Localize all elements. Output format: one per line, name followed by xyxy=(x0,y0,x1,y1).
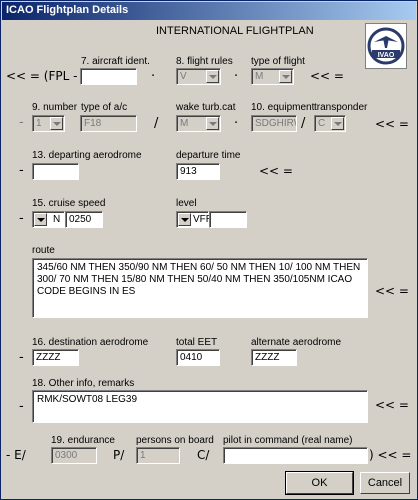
type-of-flight-label: type of flight xyxy=(251,56,305,67)
cruise-unit-select[interactable]: N xyxy=(32,211,65,228)
aircraft-ident-input[interactable] xyxy=(80,68,137,85)
row1-dot-2: · xyxy=(234,69,239,84)
window-title: ICAO Flightplan Details xyxy=(6,4,129,16)
departing-input[interactable] xyxy=(32,163,79,180)
route-textarea[interactable]: 345/60 NM THEN 350/90 NM THEN 60/ 50 NM … xyxy=(32,258,368,318)
equipment-input[interactable]: SDGHIRW xyxy=(251,115,297,132)
pilot-label: pilot in command (real name) xyxy=(223,435,353,446)
eet-input[interactable]: 0410 xyxy=(176,349,220,366)
cruise-speed-input[interactable]: 0250 xyxy=(65,211,103,228)
type-of-flight-select[interactable]: M xyxy=(251,68,294,85)
number-select[interactable]: 1 xyxy=(32,115,65,132)
transponder-select[interactable]: C xyxy=(314,115,346,132)
endurance-label: 19. endurance xyxy=(51,435,115,446)
row8-p-sep: P/ xyxy=(113,448,125,462)
row3-suffix: << = xyxy=(259,164,293,178)
persons-label: persons on board xyxy=(136,435,214,446)
eet-label: total EET xyxy=(176,337,218,348)
route-label: route xyxy=(32,245,55,256)
row4-dash: - xyxy=(19,211,24,226)
chevron-down-icon[interactable] xyxy=(331,117,344,130)
ok-button[interactable]: OK xyxy=(285,471,354,495)
row3-dash: - xyxy=(19,163,24,178)
ivao-logo: IVAO xyxy=(365,23,407,69)
remarks-textarea[interactable]: RMK/SOWT08 LEG39 xyxy=(32,390,368,423)
chevron-down-icon[interactable] xyxy=(50,117,63,130)
row8-suffix: ) << = xyxy=(369,448,412,462)
persons-input[interactable]: 1 xyxy=(136,447,180,464)
remarks-dash: - xyxy=(19,399,24,414)
alternate-input[interactable]: ZZZZ xyxy=(251,349,297,366)
destination-input[interactable]: ZZZZ xyxy=(32,349,79,366)
flight-rules-value: V xyxy=(180,71,187,82)
aircraft-ident-label: 7. aircraft ident. xyxy=(81,56,150,67)
remarks-suffix: << = xyxy=(375,398,409,412)
transponder-label: transponder xyxy=(314,102,368,113)
row1-prefix: << = (FPL - xyxy=(6,69,78,83)
wake-label: wake turb.cat xyxy=(176,102,236,113)
level-label: level xyxy=(176,198,197,209)
cruise-label: 15. cruise speed xyxy=(32,198,106,209)
row1-dot-1: · xyxy=(151,69,156,84)
cancel-button[interactable]: Cancel xyxy=(360,472,410,494)
flight-rules-select[interactable]: V xyxy=(176,68,221,85)
alternate-label: alternate aerodrome xyxy=(251,337,342,348)
title-bar[interactable]: ICAO Flightplan Details xyxy=(2,2,416,20)
cruise-unit-value: N xyxy=(53,214,61,225)
chevron-down-icon[interactable] xyxy=(34,213,47,226)
level-unit-select[interactable]: VFR xyxy=(176,211,213,228)
equipment-label: 10. equipment xyxy=(251,102,315,113)
wake-select[interactable]: M xyxy=(176,115,221,132)
number-value: 1 xyxy=(36,118,42,129)
row1-suffix: << = xyxy=(310,69,344,83)
type-ac-input[interactable]: F18 xyxy=(80,115,137,132)
row8-c-sep: C/ xyxy=(197,448,210,462)
wake-value: M xyxy=(180,118,189,129)
chevron-down-icon[interactable] xyxy=(206,117,219,130)
row2-dash: - xyxy=(19,115,24,130)
number-label: 9. number xyxy=(32,102,78,113)
departing-label: 13. departing aerodrome xyxy=(32,150,142,161)
departure-time-input[interactable]: 913 xyxy=(176,163,220,180)
flightplan-dialog: ICAO Flightplan Details INTERNATIONAL FL… xyxy=(0,0,418,500)
row2-slash-2: / xyxy=(301,116,306,131)
destination-label: 16. destination aerodrome xyxy=(32,337,149,348)
route-suffix: << = xyxy=(375,284,409,298)
chevron-down-icon[interactable] xyxy=(178,213,191,226)
row2-slash-1: / xyxy=(154,116,159,131)
row2-dot: · xyxy=(234,116,239,131)
chevron-down-icon[interactable] xyxy=(206,70,219,83)
logo-text: IVAO xyxy=(378,52,395,59)
row8-prefix: - E/ xyxy=(6,448,26,462)
type-of-flight-value: M xyxy=(255,71,264,82)
form-heading: INTERNATIONAL FLIGHTPLAN xyxy=(156,25,314,37)
flight-rules-label: 8. flight rules xyxy=(176,56,233,67)
departure-time-label: departure time xyxy=(176,150,241,161)
endurance-input[interactable]: 0300 xyxy=(51,447,97,464)
row2-suffix: << = xyxy=(375,117,409,131)
level-input[interactable] xyxy=(209,211,247,228)
transponder-value: C xyxy=(318,118,326,129)
remarks-label: 18. Other info, remarks xyxy=(32,378,135,389)
pilot-input[interactable] xyxy=(223,447,368,464)
chevron-down-icon[interactable] xyxy=(279,70,292,83)
ivao-logo-icon: IVAO xyxy=(367,27,405,65)
type-ac-label: type of a/c xyxy=(81,102,128,113)
row6-dash: - xyxy=(19,350,24,365)
